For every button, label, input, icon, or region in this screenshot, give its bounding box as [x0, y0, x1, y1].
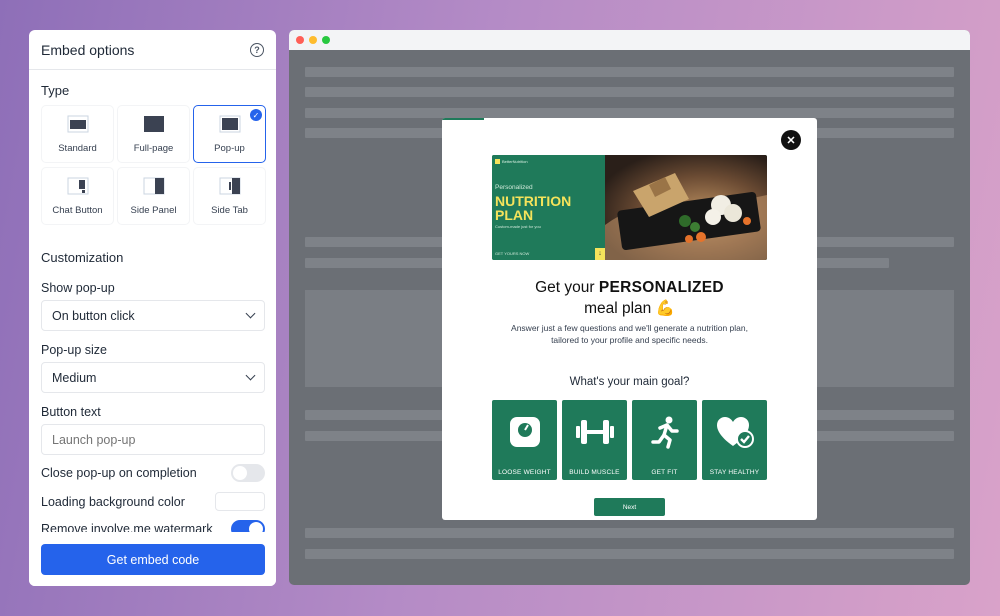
popup-size-value: Medium: [52, 370, 97, 385]
hero-text-panel: BetterNutrition Personalized NUTRITION P…: [492, 155, 605, 260]
button-text-label: Button text: [41, 405, 101, 419]
running-icon: [632, 412, 698, 452]
loading-bg-color-picker[interactable]: [215, 492, 265, 511]
close-window-dot[interactable]: [296, 36, 304, 44]
help-icon[interactable]: ?: [250, 42, 264, 57]
type-grid: Standard Full-page ✓ Pop-up Chat Button: [41, 105, 266, 225]
goal-label: STAY HEALTHY: [709, 469, 760, 476]
get-embed-code-button[interactable]: Get embed code: [41, 544, 265, 575]
panel-header: Embed options ?: [29, 30, 276, 70]
chevron-down-icon: [245, 308, 256, 319]
minimize-window-dot[interactable]: [309, 36, 317, 44]
browser-preview: ✕ BetterNutrition Personalized NUTRITION…: [289, 30, 970, 585]
popup-size-label: Pop-up size: [41, 343, 108, 357]
goal-label: LOOSE WEIGHT: [498, 469, 551, 476]
goal-option-loose-weight[interactable]: LOOSE WEIGHT: [492, 400, 557, 480]
type-popup[interactable]: ✓ Pop-up: [193, 105, 266, 163]
close-on-completion-label: Close pop-up on completion: [41, 466, 197, 480]
button-text-input[interactable]: [41, 424, 265, 455]
show-popup-value: On button click: [52, 308, 135, 323]
full-page-layout-icon: [143, 115, 165, 133]
side-tab-layout-icon: [219, 177, 241, 195]
headline-emphasis: PERSONALIZED: [598, 279, 724, 296]
type-label: Pop-up: [214, 143, 245, 154]
goal-option-build-muscle[interactable]: BUILD MUSCLE: [562, 400, 627, 480]
type-label: Standard: [58, 143, 97, 154]
popup-modal: ✕ BetterNutrition Personalized NUTRITION…: [442, 118, 817, 520]
headline-suffix: meal plan 💪: [584, 300, 675, 317]
headline-prefix: Get your: [535, 279, 599, 296]
type-standard[interactable]: Standard: [41, 105, 114, 163]
goal-question: What's your main goal?: [569, 376, 690, 388]
popup-layout-icon: [219, 115, 241, 133]
type-chat-button[interactable]: Chat Button: [41, 167, 114, 225]
hero-subtitle: Personalized: [495, 184, 533, 191]
placeholder-line: [305, 108, 954, 118]
popup-description: Answer just a few questions and we'll ge…: [511, 323, 748, 345]
type-side-panel[interactable]: Side Panel: [117, 167, 190, 225]
side-panel-layout-icon: [143, 177, 165, 195]
panel-title: Embed options: [41, 41, 135, 58]
type-label: Side Tab: [211, 205, 248, 216]
show-popup-select[interactable]: On button click: [41, 300, 265, 331]
maximize-window-dot[interactable]: [322, 36, 330, 44]
type-side-tab[interactable]: Side Tab: [193, 167, 266, 225]
brand-logo-icon: [495, 159, 500, 165]
chat-button-layout-icon: [67, 177, 89, 195]
goal-options: LOOSE WEIGHT BUILD MUSCLE GET FIT STAY H…: [492, 400, 767, 480]
dumbbell-icon: [562, 412, 628, 452]
goal-label: BUILD MUSCLE: [569, 469, 620, 476]
hero-brand: BetterNutrition: [495, 159, 528, 165]
type-label: Chat Button: [52, 205, 103, 216]
popup-headline: Get your PERSONALIZED meal plan 💪: [442, 277, 817, 319]
loading-bg-row: Loading background color: [41, 492, 265, 511]
goal-label: GET FIT: [651, 469, 678, 476]
goal-option-stay-healthy[interactable]: STAY HEALTHY: [702, 400, 767, 480]
placeholder-line: [305, 528, 954, 538]
placeholder-line: [305, 87, 954, 97]
chevron-down-icon: [245, 370, 256, 381]
customization-heading: Customization: [41, 250, 124, 265]
close-on-completion-row: Close pop-up on completion: [41, 464, 265, 482]
close-on-completion-toggle[interactable]: [231, 464, 265, 482]
type-label: Side Panel: [130, 205, 177, 216]
meal-photo: [605, 155, 767, 260]
hero-banner: BetterNutrition Personalized NUTRITION P…: [492, 155, 767, 260]
goal-option-get-fit[interactable]: GET FIT: [632, 400, 697, 480]
placeholder-line: [305, 67, 954, 77]
arrow-down-icon: ↓: [595, 248, 605, 260]
standard-layout-icon: [67, 115, 89, 133]
type-label: Full-page: [133, 143, 174, 154]
loading-bg-label: Loading background color: [41, 494, 185, 509]
scale-icon: [492, 412, 558, 452]
heart-check-icon: [702, 412, 768, 452]
popup-size-select[interactable]: Medium: [41, 362, 265, 393]
next-button[interactable]: Next: [594, 498, 665, 516]
brand-name: BetterNutrition: [502, 159, 528, 164]
progress-bar: [442, 118, 484, 120]
close-icon[interactable]: ✕: [781, 130, 801, 150]
hero-tagline: Custom-made just for you: [495, 224, 541, 229]
embed-options-panel: Embed options ? Type Standard Full-page …: [29, 30, 276, 586]
show-popup-label: Show pop-up: [41, 281, 115, 295]
hero-title: NUTRITION PLAN: [495, 193, 572, 223]
placeholder-line: [305, 549, 954, 559]
type-full-page[interactable]: Full-page: [117, 105, 190, 163]
browser-toolbar: [289, 30, 970, 50]
hero-cta: GET YOURS NOW: [495, 251, 530, 256]
type-heading: Type: [41, 83, 70, 98]
selected-check-icon: ✓: [250, 109, 262, 121]
